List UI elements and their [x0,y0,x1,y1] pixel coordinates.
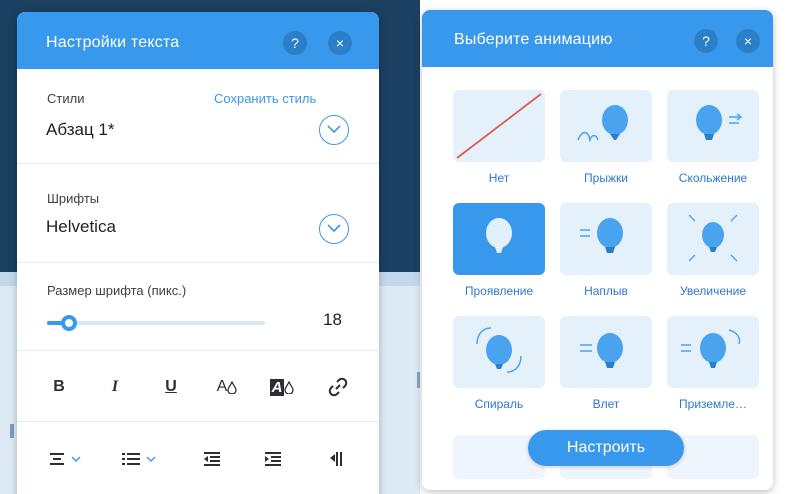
animation-panel: Выберите анимацию ? × Нет Прыжки Скольже… [422,10,773,490]
panel-title: Настройки текста [46,34,180,51]
font-size-value[interactable]: 18 [323,310,342,330]
animation-label: Прыжки [584,171,628,185]
paragraph-toolbar [17,422,379,494]
slider-handle[interactable] [60,315,77,331]
outdent-icon [204,452,220,466]
font-value[interactable]: Helvetica [46,217,116,237]
fonts-section: Шрифты Helvetica [17,164,379,263]
font-size-slider[interactable] [47,315,265,331]
animation-option-expand[interactable] [667,203,759,275]
pilcrow-rtl-icon [330,452,342,466]
font-dropdown-button[interactable] [319,214,349,244]
highlight-color-button[interactable]: A [265,372,299,402]
animation-option-float-in[interactable] [560,203,652,275]
bullet-list-icon [122,453,140,465]
animation-option-slide[interactable] [667,90,759,162]
none-slash-icon [456,93,542,159]
animation-header: Выберите анимацию ? × [422,10,773,67]
balloon-spin-icon [476,327,522,373]
drop-icon [284,380,295,394]
bold-button[interactable]: B [42,372,76,402]
close-button[interactable]: × [736,29,760,53]
link-icon [328,377,348,397]
indent-icon [265,452,281,466]
close-button[interactable]: × [328,31,352,55]
animation-option-fly-in[interactable] [560,316,652,388]
italic-button[interactable]: I [98,372,132,402]
increase-indent-button[interactable] [256,444,290,474]
help-button[interactable]: ? [283,31,307,55]
balloon-float-icon [580,218,623,253]
style-value[interactable]: Абзац 1* [46,120,114,140]
animation-label: Приземле… [679,397,747,411]
animation-option-land[interactable] [667,316,759,388]
underline-button[interactable]: U [154,372,188,402]
animation-option-none[interactable] [453,90,545,162]
style-dropdown-button[interactable] [319,115,349,145]
animation-grid: Нет Прыжки Скольжение Проявление Наплыв … [422,67,773,490]
align-dropdown-button[interactable] [42,444,88,474]
editor-right-edge [774,12,791,494]
text-settings-header: Настройки текста ? × [17,12,379,69]
bold-label: B [53,378,65,395]
balloon-expand-icon [688,214,738,262]
animation-label: Скольжение [678,171,748,185]
animation-option-fade-in[interactable] [453,203,545,275]
help-button[interactable]: ? [694,29,718,53]
animation-label: Влет [592,397,620,411]
animation-option-bounce[interactable] [560,90,652,162]
balloon-bounce-icon [577,105,628,143]
animation-label: Спираль [474,397,524,411]
save-style-link[interactable]: Сохранить стиль [214,91,316,106]
styles-section: Стили Сохранить стиль Абзац 1* [17,69,379,164]
italic-label: I [111,378,119,395]
decrease-indent-button[interactable] [195,444,229,474]
balloon-slide-icon [696,105,743,140]
drop-icon [227,380,237,394]
text-direction-button[interactable] [319,444,353,474]
animation-label: Нет [488,171,510,185]
link-button[interactable] [321,372,355,402]
editor-backdrop-mark [417,372,420,388]
editor-backdrop-mark [10,424,14,438]
format-toolbar: B I U A A [17,351,379,422]
animation-label: Проявление [464,284,534,298]
animation-label: Увеличение [679,284,747,298]
fonts-label: Шрифты [47,191,100,206]
panel-title: Выберите анимацию [454,31,613,48]
text-settings-panel: Настройки текста ? × Стили Сохранить сти… [17,12,379,494]
chevron-down-icon [146,456,156,462]
balloon-fade-icon [486,218,512,253]
balloon-fly-in-icon [580,333,623,368]
font-size-label: Размер шрифта (пикс.) [47,283,187,298]
chevron-down-icon [327,224,341,233]
text-color-button[interactable]: A [210,372,244,402]
underline-label: U [165,378,177,395]
chevron-down-icon [327,125,341,134]
balloon-land-icon [681,329,741,368]
styles-label: Стили [47,91,85,106]
list-dropdown-button[interactable] [115,444,163,474]
animation-label: Наплыв [584,284,628,298]
font-size-section: Размер шрифта (пикс.) 18 [17,263,379,351]
chevron-down-icon [71,456,81,462]
align-center-icon [50,453,64,465]
highlight-label: A [269,378,285,396]
customize-button[interactable]: Настроить [528,430,684,466]
animation-option-spin[interactable] [453,316,545,388]
text-color-label: A [216,378,228,395]
